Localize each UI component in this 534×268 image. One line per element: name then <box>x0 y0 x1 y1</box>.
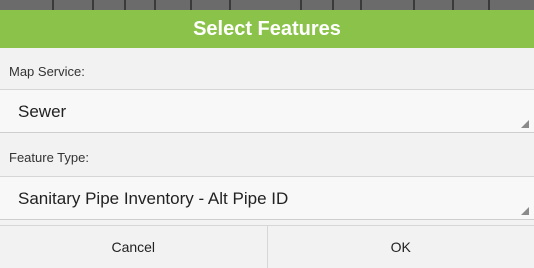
cancel-button[interactable]: Cancel <box>0 226 268 268</box>
strip-tick <box>488 0 490 10</box>
map-service-select[interactable]: Sewer <box>0 89 534 133</box>
strip-tick <box>52 0 54 10</box>
map-service-label: Map Service: <box>9 64 85 79</box>
dialog-button-bar: Cancel OK <box>0 225 534 268</box>
strip-tick <box>300 0 302 10</box>
strip-tick <box>190 0 192 10</box>
strip-tick <box>92 0 94 10</box>
strip-tick <box>154 0 156 10</box>
strip-tick <box>124 0 126 10</box>
strip-tick <box>360 0 362 10</box>
map-service-value: Sewer <box>18 102 67 121</box>
strip-tick <box>413 0 415 10</box>
strip-tick <box>452 0 454 10</box>
strip-tick <box>229 0 231 10</box>
dialog-title: Select Features <box>0 10 534 48</box>
feature-type-label: Feature Type: <box>9 150 89 165</box>
feature-type-value: Sanitary Pipe Inventory - Alt Pipe ID <box>18 189 289 208</box>
ok-button[interactable]: OK <box>268 226 534 268</box>
status-strip <box>0 0 534 10</box>
dropdown-caret-icon <box>521 120 529 128</box>
strip-tick <box>332 0 334 10</box>
select-features-dialog: Select Features Map Service: Sewer Featu… <box>0 0 534 268</box>
feature-type-select[interactable]: Sanitary Pipe Inventory - Alt Pipe ID <box>0 176 534 220</box>
dropdown-caret-icon <box>521 207 529 215</box>
